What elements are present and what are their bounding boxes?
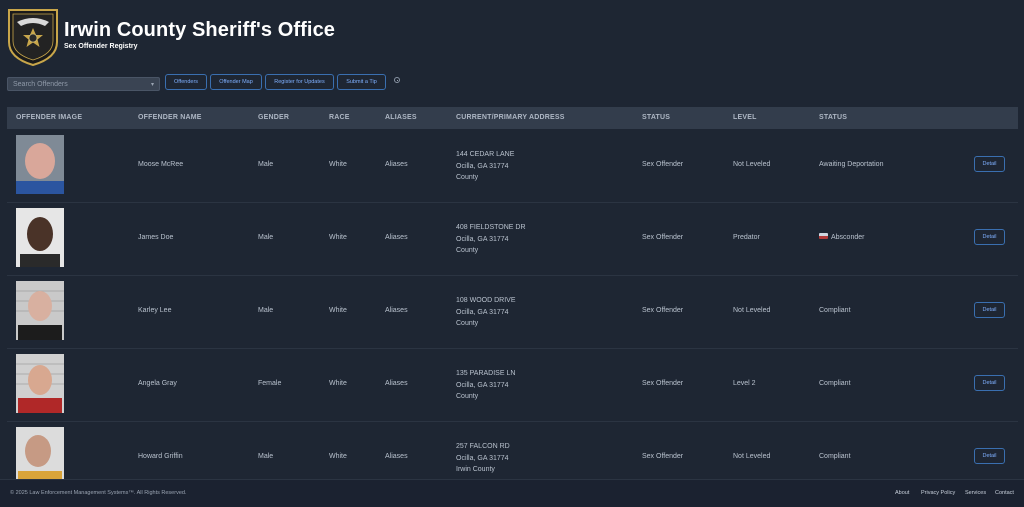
offender-status: Sex Offender (642, 234, 684, 241)
offender-gender: Male (258, 307, 274, 314)
offender-race: White (329, 234, 347, 241)
offender-status: Sex Offender (642, 307, 684, 314)
col-aliases: ALIASES (385, 114, 417, 121)
offender-level: Level 2 (733, 380, 756, 387)
offender-map-button[interactable]: Offender Map (210, 74, 262, 90)
table-row: Moose McRee Male White Aliases 144 CEDAR… (7, 129, 1018, 203)
offender-level: Not Leveled (733, 453, 771, 460)
detail-button[interactable]: Detail (974, 302, 1005, 318)
offender-photo[interactable] (16, 354, 64, 413)
submit-tip-button[interactable]: Submit a Tip (337, 74, 386, 90)
table-header-row: OFFENDER IMAGE OFFENDER NAME GENDER RACE… (7, 107, 1018, 129)
detail-button[interactable]: Detail (974, 156, 1005, 172)
offenders-button[interactable]: Offenders (165, 74, 207, 90)
offender-address: 135 PARADISE LN Ocilla, GA 31774 County (456, 370, 516, 400)
register-for-updates-button[interactable]: Register for Updates (265, 74, 334, 90)
offender-name[interactable]: Angela Gray (138, 380, 177, 387)
col-race: RACE (329, 114, 350, 121)
theme-toggle-icon[interactable] (394, 77, 400, 83)
offender-race: White (329, 380, 347, 387)
offender-gender: Male (258, 453, 274, 460)
search-offenders-select[interactable]: Search Offenders ▾ (7, 77, 160, 91)
offender-address: 408 FIELDSTONE DR Ocilla, GA 31774 County (456, 224, 526, 254)
offender-race: White (329, 307, 347, 314)
offender-status: Sex Offender (642, 453, 684, 460)
chevron-down-icon: ▾ (150, 81, 154, 88)
footer-link-about[interactable]: About (895, 490, 909, 496)
offender-compliance-status: Awaiting Deportation (819, 161, 884, 168)
offender-photo[interactable] (16, 427, 64, 479)
col-level: LEVEL (733, 114, 757, 121)
offender-name[interactable]: Karley Lee (138, 307, 171, 314)
site-footer: © 2025 Law Enforcement Management System… (0, 479, 1024, 507)
offender-name[interactable]: Moose McRee (138, 161, 183, 168)
absconder-flag-icon (819, 233, 828, 240)
table-row: Angela Gray Female White Aliases 135 PAR… (7, 348, 1018, 422)
table-row: Karley Lee Male White Aliases 108 WOOD D… (7, 275, 1018, 349)
offender-address: 257 FALCON RD Ocilla, GA 31774 Irwin Count… (456, 443, 510, 473)
offender-address: 144 CEDAR LANE Ocilla, GA 31774 County (456, 151, 515, 181)
detail-button[interactable]: Detail (974, 448, 1005, 464)
offender-gender: Female (258, 380, 282, 387)
offender-gender: Male (258, 234, 274, 241)
offender-level: Not Leveled (733, 307, 771, 314)
page-title: Irwin County Sheriff's Office (64, 19, 336, 41)
offender-aliases[interactable]: Aliases (385, 380, 408, 387)
copyright-text: © 2025 Law Enforcement Management System… (10, 490, 187, 496)
page-subtitle: Sex Offender Registry (64, 43, 138, 50)
offender-photo[interactable] (16, 281, 64, 340)
offender-race: White (329, 453, 347, 460)
search-placeholder: Search Offenders (13, 80, 68, 88)
offender-level: Predator (733, 234, 760, 241)
col-offender-name: OFFENDER NAME (138, 114, 202, 121)
detail-button[interactable]: Detail (974, 229, 1005, 245)
offender-status: Sex Offender (642, 380, 684, 387)
offender-aliases[interactable]: Aliases (385, 234, 408, 241)
table-row: Howard Griffin Male White Aliases 257 FA… (7, 421, 1018, 479)
offender-race: White (329, 161, 347, 168)
offender-compliance-status: Compliant (819, 380, 851, 387)
offender-level: Not Leveled (733, 161, 771, 168)
footer-link-services[interactable]: Services (965, 490, 986, 496)
col-status-2: STATUS (819, 114, 848, 121)
offender-table: OFFENDER IMAGE OFFENDER NAME GENDER RACE… (7, 107, 1018, 479)
col-offender-image: OFFENDER IMAGE (16, 114, 83, 121)
offender-compliance-status: Compliant (819, 453, 851, 460)
offender-photo[interactable] (16, 135, 64, 194)
sheriff-badge-icon[interactable] (7, 8, 59, 66)
offender-address: 108 WOOD DRIVE Ocilla, GA 31774 County (456, 297, 516, 327)
offender-aliases[interactable]: Aliases (385, 453, 408, 460)
offender-status: Sex Offender (642, 161, 684, 168)
detail-button[interactable]: Detail (974, 375, 1005, 391)
col-status: STATUS (642, 114, 671, 121)
col-gender: GENDER (258, 114, 290, 121)
offender-gender: Male (258, 161, 274, 168)
footer-link-privacy-policy[interactable]: Privacy Policy (921, 490, 955, 496)
offender-aliases[interactable]: Aliases (385, 161, 408, 168)
table-row: James Doe Male White Aliases 408 FIELDST… (7, 202, 1018, 276)
site-header: Irwin County Sheriff's Office Sex Offend… (0, 0, 1024, 104)
offender-name[interactable]: Howard Griffin (138, 453, 183, 460)
offender-name[interactable]: James Doe (138, 234, 173, 241)
footer-link-contact[interactable]: Contact (995, 490, 1014, 496)
offender-photo[interactable] (16, 208, 64, 267)
offender-compliance-status: Compliant (819, 307, 851, 314)
offender-compliance-status: Absconder (819, 233, 864, 241)
col-address: CURRENT/PRIMARY ADDRESS (456, 114, 565, 121)
offender-aliases[interactable]: Aliases (385, 307, 408, 314)
